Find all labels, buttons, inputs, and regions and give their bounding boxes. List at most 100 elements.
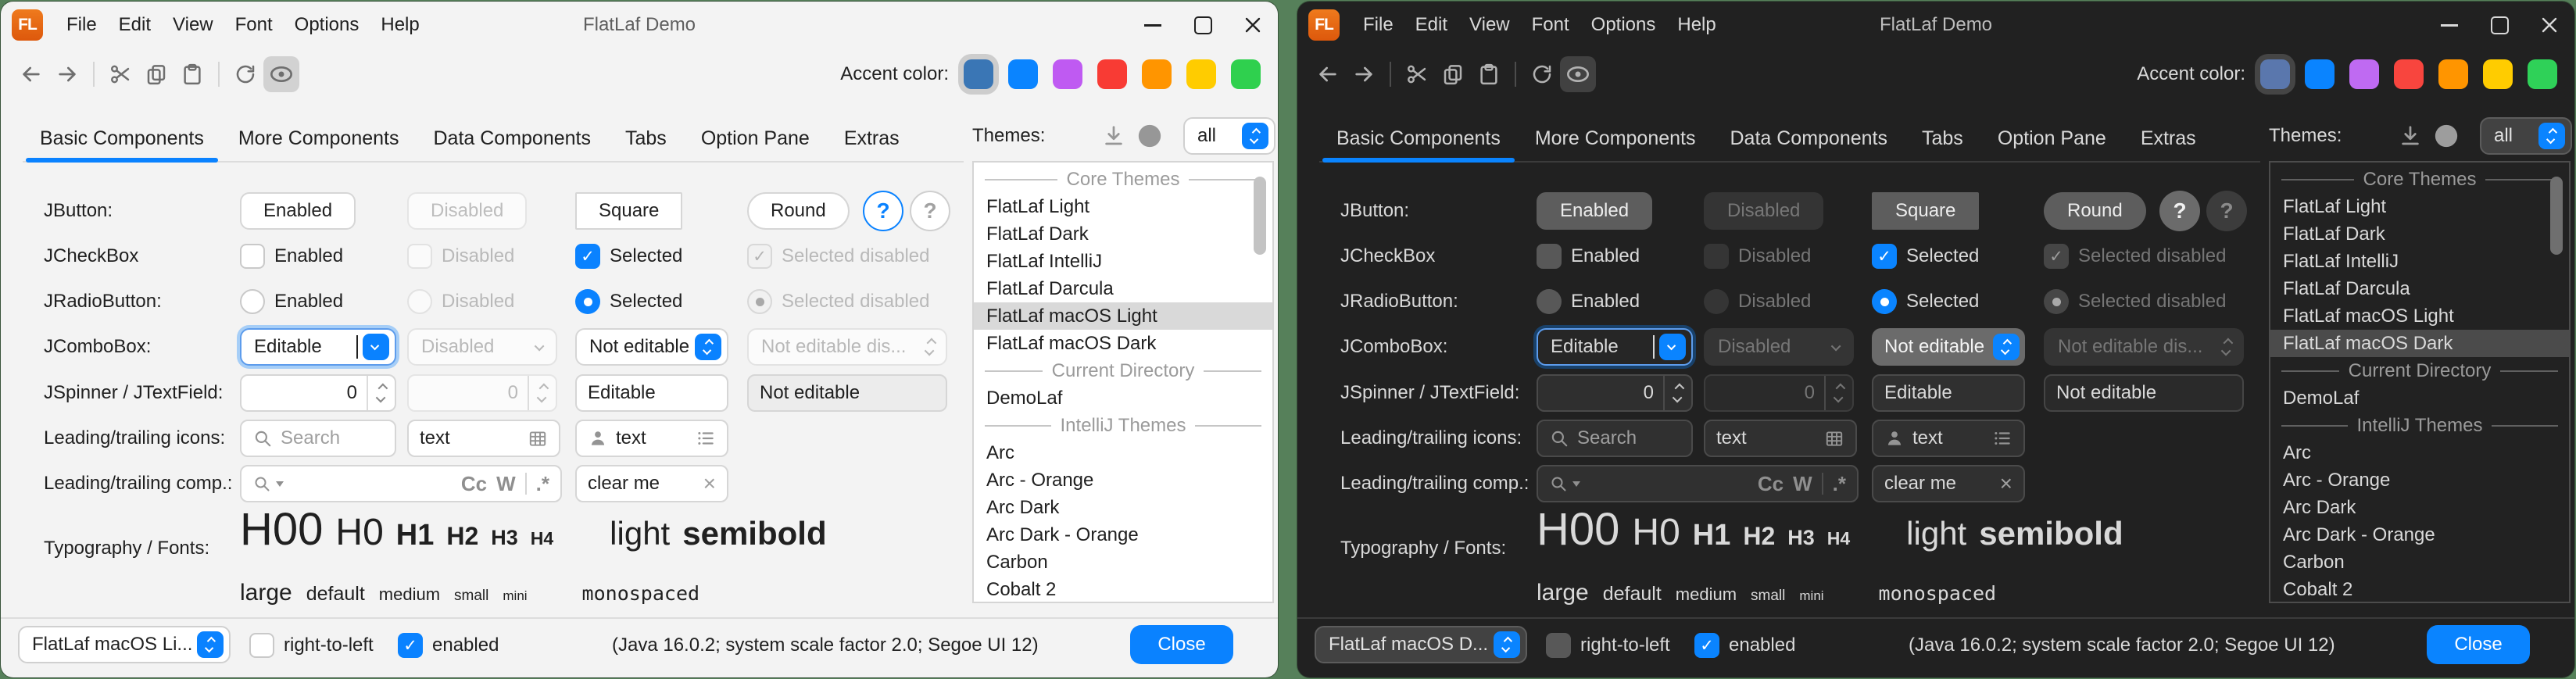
search-options-field[interactable]: Cc W .* <box>1537 465 1859 502</box>
theme-item[interactable]: Cobalt 2 <box>2270 576 2569 603</box>
calendar-text-field[interactable]: text <box>1704 420 1857 457</box>
theme-item[interactable]: DemoLaf <box>2270 384 2569 412</box>
regex-button[interactable]: .* <box>536 472 549 496</box>
noneditable-combobox[interactable]: Not editable <box>1872 328 2025 366</box>
close-dialog-button[interactable]: Close <box>1130 625 1233 664</box>
menu-font[interactable]: Font <box>224 2 284 48</box>
theme-item[interactable]: FlatLaf macOS Light <box>974 302 1272 330</box>
tab-extras[interactable]: Extras <box>2123 116 2213 161</box>
theme-item[interactable]: Cobalt 2 <box>974 576 1272 603</box>
enabled-checkbox[interactable]: ✓ enabled <box>1694 627 1795 664</box>
combobox-arrow-button[interactable] <box>363 334 389 360</box>
forward-button[interactable] <box>49 56 85 92</box>
menu-file[interactable]: File <box>55 2 108 48</box>
theme-item[interactable]: Carbon <box>974 549 1272 576</box>
tab-more-components[interactable]: More Components <box>1518 116 1713 161</box>
editable-textfield[interactable]: Editable <box>1872 374 2025 412</box>
accent-swatch-default[interactable] <box>2260 59 2290 89</box>
calendar-text-field[interactable]: text <box>407 420 560 457</box>
theme-item[interactable]: FlatLaf Darcula <box>2270 275 2569 302</box>
theme-item[interactable]: Arc - Orange <box>2270 466 2569 494</box>
minimize-button[interactable] <box>1128 2 1178 48</box>
menu-options[interactable]: Options <box>284 2 370 48</box>
tab-extras[interactable]: Extras <box>827 116 917 161</box>
theme-item[interactable]: FlatLaf macOS Dark <box>2270 330 2569 357</box>
theme-item[interactable]: FlatLaf Light <box>2270 193 2569 220</box>
tab-basic-components[interactable]: Basic Components <box>1319 116 1518 161</box>
radio-selected[interactable]: Selected <box>575 283 682 320</box>
themes-filter-combobox[interactable]: all <box>2480 117 2572 155</box>
accent-swatch-orange[interactable] <box>1142 59 1172 89</box>
checkbox-enabled[interactable]: Enabled <box>240 238 343 275</box>
themes-scrollbar-thumb[interactable] <box>2550 177 2563 255</box>
show-hidden-toggle-button[interactable] <box>1560 56 1596 92</box>
calendar-icon[interactable] <box>528 428 548 448</box>
enabled-button[interactable]: Enabled <box>1537 192 1652 230</box>
accent-swatch-red[interactable] <box>2394 59 2424 89</box>
accent-swatch-purple[interactable] <box>2349 59 2379 89</box>
copy-button[interactable] <box>1435 56 1471 92</box>
tab-basic-components[interactable]: Basic Components <box>23 116 221 161</box>
tab-tabs[interactable]: Tabs <box>1905 116 1980 161</box>
clear-me-field[interactable]: clear me × <box>1872 465 2025 502</box>
accent-swatch-orange[interactable] <box>2438 59 2468 89</box>
theme-item[interactable]: FlatLaf macOS Light <box>2270 302 2569 330</box>
forward-button[interactable] <box>1346 56 1382 92</box>
tab-option-pane[interactable]: Option Pane <box>1980 116 2123 161</box>
noneditable-combobox[interactable]: Not editable <box>575 328 728 366</box>
accent-swatch-green[interactable] <box>1231 59 1261 89</box>
combobox-arrows-button[interactable] <box>2538 123 2565 149</box>
menu-edit[interactable]: Edit <box>1404 2 1458 48</box>
accent-swatch-yellow[interactable] <box>2483 59 2513 89</box>
spinner-buttons[interactable] <box>367 376 395 410</box>
laf-combobox[interactable]: FlatLaf macOS Li... <box>18 626 231 663</box>
combobox-arrows-button[interactable] <box>1993 334 2020 360</box>
clear-icon[interactable]: × <box>2000 471 2012 496</box>
accent-swatch-red[interactable] <box>1097 59 1127 89</box>
menu-view[interactable]: View <box>162 2 224 48</box>
github-button[interactable] <box>2433 123 2460 149</box>
close-window-button[interactable] <box>2524 2 2574 48</box>
square-button[interactable]: Square <box>575 192 682 230</box>
download-themes-button[interactable] <box>1102 124 1125 148</box>
match-case-button[interactable]: Cc <box>461 472 487 496</box>
tab-more-components[interactable]: More Components <box>221 116 417 161</box>
menu-edit[interactable]: Edit <box>108 2 162 48</box>
combobox-arrows-button[interactable] <box>197 631 224 658</box>
theme-item[interactable]: Arc - Orange <box>974 466 1272 494</box>
checkbox-selected[interactable]: ✓ Selected <box>1872 238 1979 275</box>
editable-combobox[interactable]: Editable <box>1537 328 1693 366</box>
list-icon[interactable] <box>1992 428 2012 448</box>
combobox-arrows-button[interactable] <box>695 334 721 360</box>
spinner[interactable]: 0 <box>240 374 396 412</box>
theme-item[interactable]: Arc Dark <box>2270 494 2569 521</box>
back-button[interactable] <box>1310 56 1346 92</box>
square-button[interactable]: Square <box>1872 192 1979 230</box>
theme-item[interactable]: Arc Dark - Orange <box>974 521 1272 549</box>
combobox-arrows-button[interactable] <box>1242 123 1268 149</box>
copy-button[interactable] <box>138 56 174 92</box>
download-themes-button[interactable] <box>2399 124 2422 148</box>
round-button[interactable]: Round <box>2044 192 2146 230</box>
theme-item[interactable]: FlatLaf IntelliJ <box>974 248 1272 275</box>
match-case-button[interactable]: Cc <box>1758 472 1784 496</box>
spinner-buttons[interactable] <box>1663 376 1691 410</box>
accent-swatch-yellow[interactable] <box>1186 59 1216 89</box>
regex-button[interactable]: .* <box>1833 472 1846 496</box>
accent-swatch-purple[interactable] <box>1053 59 1082 89</box>
help-button[interactable]: ? <box>863 191 903 231</box>
refresh-button[interactable] <box>1524 56 1560 92</box>
enabled-button[interactable]: Enabled <box>240 192 356 230</box>
theme-item[interactable]: Arc <box>2270 439 2569 466</box>
menu-font[interactable]: Font <box>1521 2 1580 48</box>
theme-item[interactable]: FlatLaf Light <box>974 193 1272 220</box>
menu-help[interactable]: Help <box>370 2 430 48</box>
help-button[interactable]: ? <box>2159 191 2200 231</box>
calendar-icon[interactable] <box>1824 428 1844 448</box>
accent-swatch-green[interactable] <box>2528 59 2557 89</box>
refresh-button[interactable] <box>227 56 263 92</box>
tab-data-components[interactable]: Data Components <box>1712 116 1905 161</box>
checkbox-enabled[interactable]: Enabled <box>1537 238 1640 275</box>
menu-help[interactable]: Help <box>1666 2 1726 48</box>
paste-button[interactable] <box>174 56 210 92</box>
